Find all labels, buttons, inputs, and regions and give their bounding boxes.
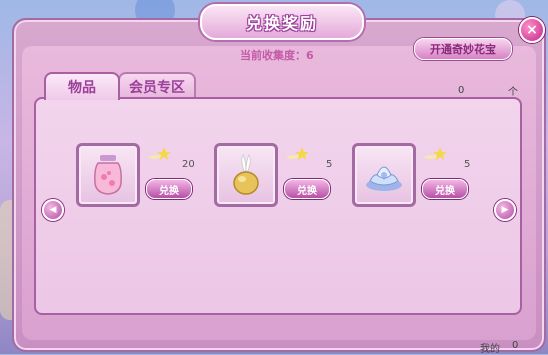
blue-flower-icon	[366, 166, 402, 191]
star-currency-icon	[424, 147, 447, 160]
collection-progress: 当前收集度：6	[240, 49, 314, 62]
close-button[interactable]: ×	[519, 17, 545, 43]
close-icon: ×	[526, 22, 538, 38]
item-count: 5	[326, 159, 333, 170]
item-count: 20	[182, 159, 195, 170]
unlock-button-label: 开通奇妙花宝	[430, 43, 496, 56]
item-slot-1[interactable]	[76, 143, 140, 207]
background-unit: 个	[508, 87, 518, 98]
item-slot-3[interactable]	[352, 143, 416, 207]
tab-items[interactable]: 物品	[44, 72, 120, 100]
item-panel: 20 兑换 5 兑换 5 兑换 ◀ ▶	[34, 97, 522, 315]
exchange-button[interactable]: 兑换	[422, 179, 468, 199]
tab-items-label: 物品	[68, 80, 96, 96]
background-mine-label: 我的	[480, 344, 500, 355]
window-title-plate: 兑换奖励	[200, 4, 364, 40]
onion-bulb-icon	[233, 154, 259, 195]
next-page-button[interactable]: ▶	[494, 199, 516, 221]
exchange-button[interactable]: 兑换	[146, 179, 192, 199]
star-currency-icon	[286, 147, 309, 160]
item-count: 5	[464, 159, 471, 170]
exchange-button-label: 兑换	[435, 185, 455, 197]
prev-page-button[interactable]: ◀	[42, 199, 64, 221]
arrow-left-icon: ◀	[49, 205, 57, 215]
background-mine-count: 0	[512, 340, 519, 351]
exchange-button-label: 兑换	[159, 185, 179, 197]
background-count: 0	[458, 85, 465, 96]
tab-vip-zone[interactable]: 会员专区	[118, 72, 196, 100]
window-title: 兑换奖励	[245, 14, 318, 33]
unlock-flower-treasure-button[interactable]: 开通奇妙花宝	[414, 38, 512, 60]
jar-icon	[94, 155, 122, 195]
item-slot-2[interactable]	[214, 143, 278, 207]
exchange-button[interactable]: 兑换	[284, 179, 330, 199]
arrow-right-icon: ▶	[501, 205, 509, 215]
tab-vip-label: 会员专区	[129, 80, 185, 96]
star-currency-icon	[148, 147, 171, 160]
exchange-button-label: 兑换	[297, 185, 317, 197]
